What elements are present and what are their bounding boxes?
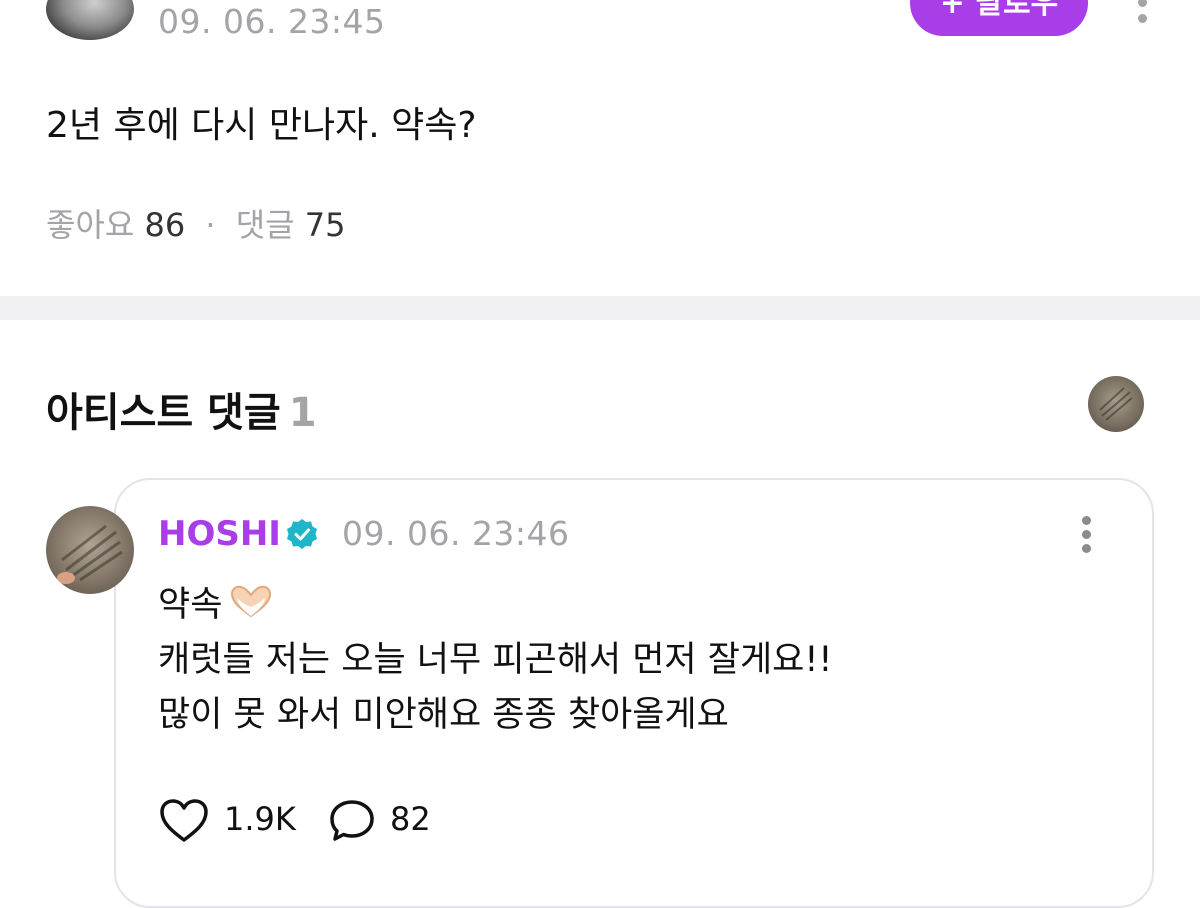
comment-author-name[interactable]: HOSHI — [158, 514, 281, 554]
more-dot — [1138, 14, 1147, 23]
post-likes-count[interactable]: 86 — [145, 206, 186, 244]
heart-hands-emoji — [231, 585, 272, 618]
comment-reply-count: 82 — [390, 800, 431, 838]
verified-badge-icon — [287, 519, 317, 549]
post-timestamp: 09. 06. 23:45 — [158, 2, 386, 41]
comment-line-2: 캐럿들 저는 오늘 너무 피곤해서 먼저 잘게요!! — [158, 640, 833, 680]
comment-line-3: 많이 못 와서 미안해요 종종 찾아올게요 — [158, 695, 729, 735]
post-likes-label[interactable]: 좋아요 — [46, 206, 134, 244]
post-body: 2년 후에 다시 만나자. 약속? — [46, 105, 477, 146]
post: 09. 06. 23:45 + 팔로우 2년 후에 다시 만나자. 약속? 좋아… — [0, 0, 1200, 296]
artist-comments-title: 아티스트 댓글 — [46, 390, 281, 436]
more-dot — [1082, 544, 1091, 553]
avatar-pattern — [1099, 387, 1133, 421]
comment-more-icon[interactable] — [1072, 512, 1102, 558]
post-more-icon[interactable] — [1128, 0, 1158, 38]
post-stats: 좋아요 86 · 댓글 75 — [46, 200, 346, 246]
section-divider — [0, 296, 1200, 320]
avatar-pattern — [57, 524, 123, 584]
comment-like-count: 1.9K — [224, 800, 296, 838]
artist-comments-count: 1 — [288, 390, 317, 436]
more-dot — [1082, 530, 1091, 539]
artist-comments-heading: 아티스트 댓글 1 — [46, 380, 317, 438]
heart-outline-icon[interactable] — [158, 798, 210, 844]
post-author-avatar[interactable] — [46, 0, 134, 40]
comment-line-1: 약속 — [158, 578, 832, 633]
post-comments-count[interactable]: 75 — [305, 206, 346, 244]
follow-button[interactable]: + 팔로우 — [910, 0, 1088, 36]
speech-bubble-icon[interactable] — [328, 798, 376, 844]
comment-body: 약속 캐럿들 저는 오늘 너무 피곤해서 먼저 잘게요!! 많이 못 와서 미안… — [158, 578, 832, 743]
comment-line-1-text: 약속 — [158, 585, 223, 625]
more-dot — [1082, 516, 1091, 525]
comment-author-avatar[interactable] — [46, 506, 134, 594]
artist-avatar[interactable] — [1088, 376, 1144, 432]
comment-timestamp: 09. 06. 23:46 — [342, 514, 570, 553]
post-comments-label[interactable]: 댓글 — [236, 206, 295, 244]
stats-separator: · — [205, 206, 216, 244]
more-dot — [1138, 0, 1147, 7]
